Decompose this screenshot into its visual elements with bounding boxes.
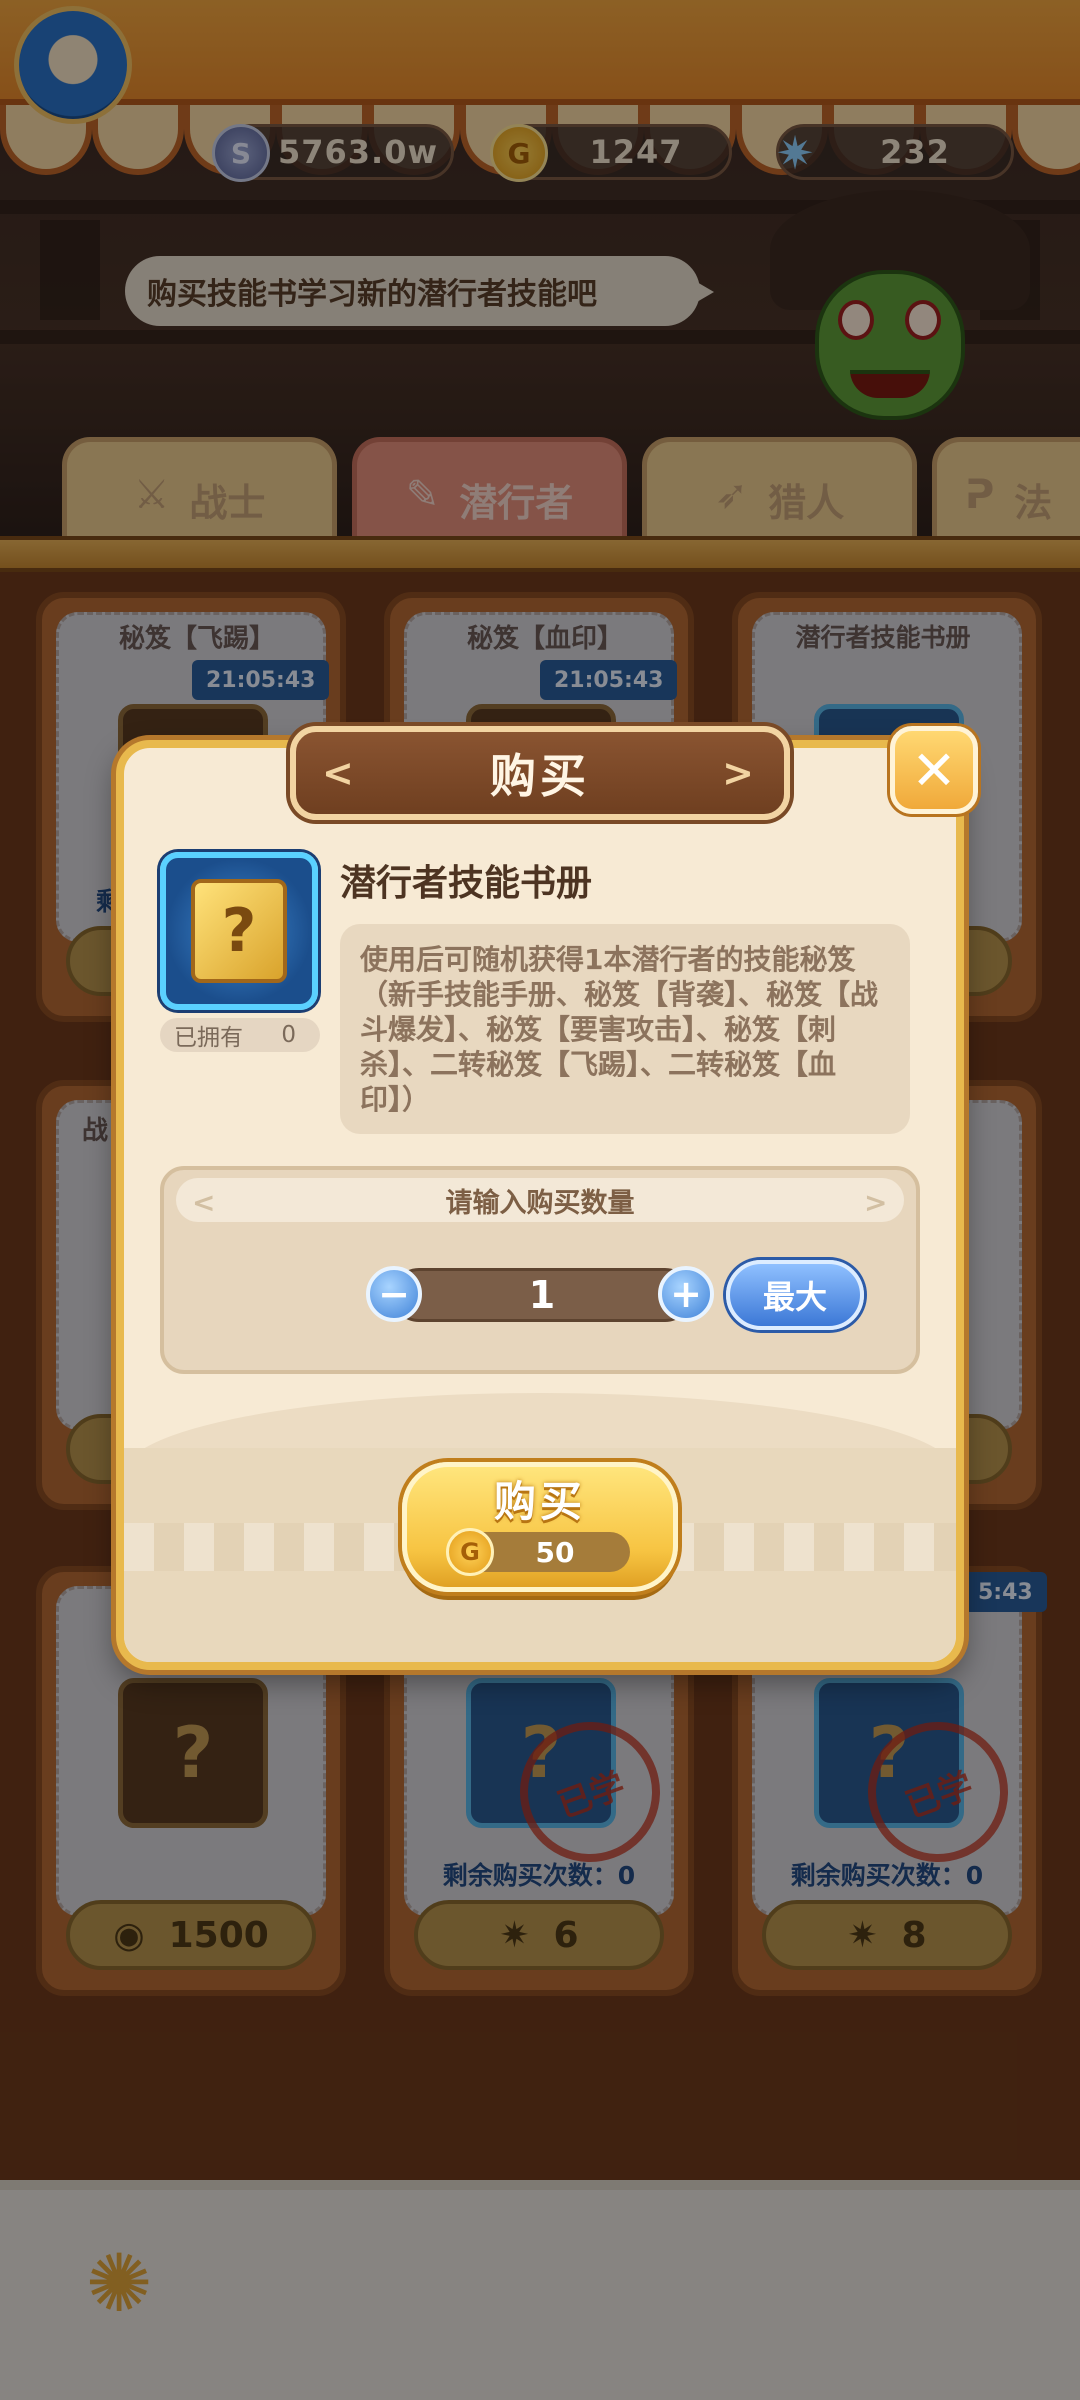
max-quantity-button[interactable]: 最大 <box>726 1260 864 1330</box>
buy-button-label: 购买 <box>493 1476 586 1526</box>
quantity-input[interactable]: 1 <box>392 1268 692 1322</box>
minus-icon: − <box>378 1272 410 1316</box>
owned-count: 0 <box>281 1022 296 1048</box>
max-label: 最大 <box>762 1278 827 1316</box>
skill-book-icon: ? <box>191 879 287 983</box>
quantity-prompt: 请输入购买数量 <box>176 1178 904 1222</box>
item-description: 使用后可随机获得1本潜行者的技能秘笈（新手技能手册、秘笈【背袭】、秘笈【战斗爆发… <box>340 924 910 1134</box>
owned-count-pill: 已拥有 0 <box>160 1018 320 1052</box>
dialog-title-banner: < 购买 > <box>290 726 790 820</box>
banner-swirl-icon: < <box>322 751 358 795</box>
gold-coin-icon: G <box>446 1528 494 1576</box>
prompt-swirl-icon: < <box>192 1186 216 1219</box>
increase-quantity-button[interactable]: + <box>658 1266 714 1322</box>
item-description-text: 使用后可随机获得1本潜行者的技能秘笈（新手技能手册、秘笈【背袭】、秘笈【战斗爆发… <box>360 943 879 1116</box>
item-name: 潜行者技能书册 <box>340 863 593 904</box>
prompt-swirl-icon: > <box>864 1186 888 1219</box>
buy-price-value: 50 <box>535 1535 575 1569</box>
owned-label: 已拥有 <box>174 1025 243 1051</box>
close-icon: ✕ <box>911 738 957 802</box>
dialog-title: 购买 <box>490 749 590 803</box>
decrease-quantity-button[interactable]: − <box>366 1266 422 1322</box>
quantity-value: 1 <box>528 1273 556 1317</box>
quantity-prompt-text: 请输入购买数量 <box>445 1187 635 1219</box>
plus-icon: + <box>670 1272 702 1316</box>
banner-swirl-icon: > <box>722 751 758 795</box>
close-button[interactable]: ✕ <box>890 726 978 814</box>
item-icon-frame: ? <box>160 852 318 1010</box>
